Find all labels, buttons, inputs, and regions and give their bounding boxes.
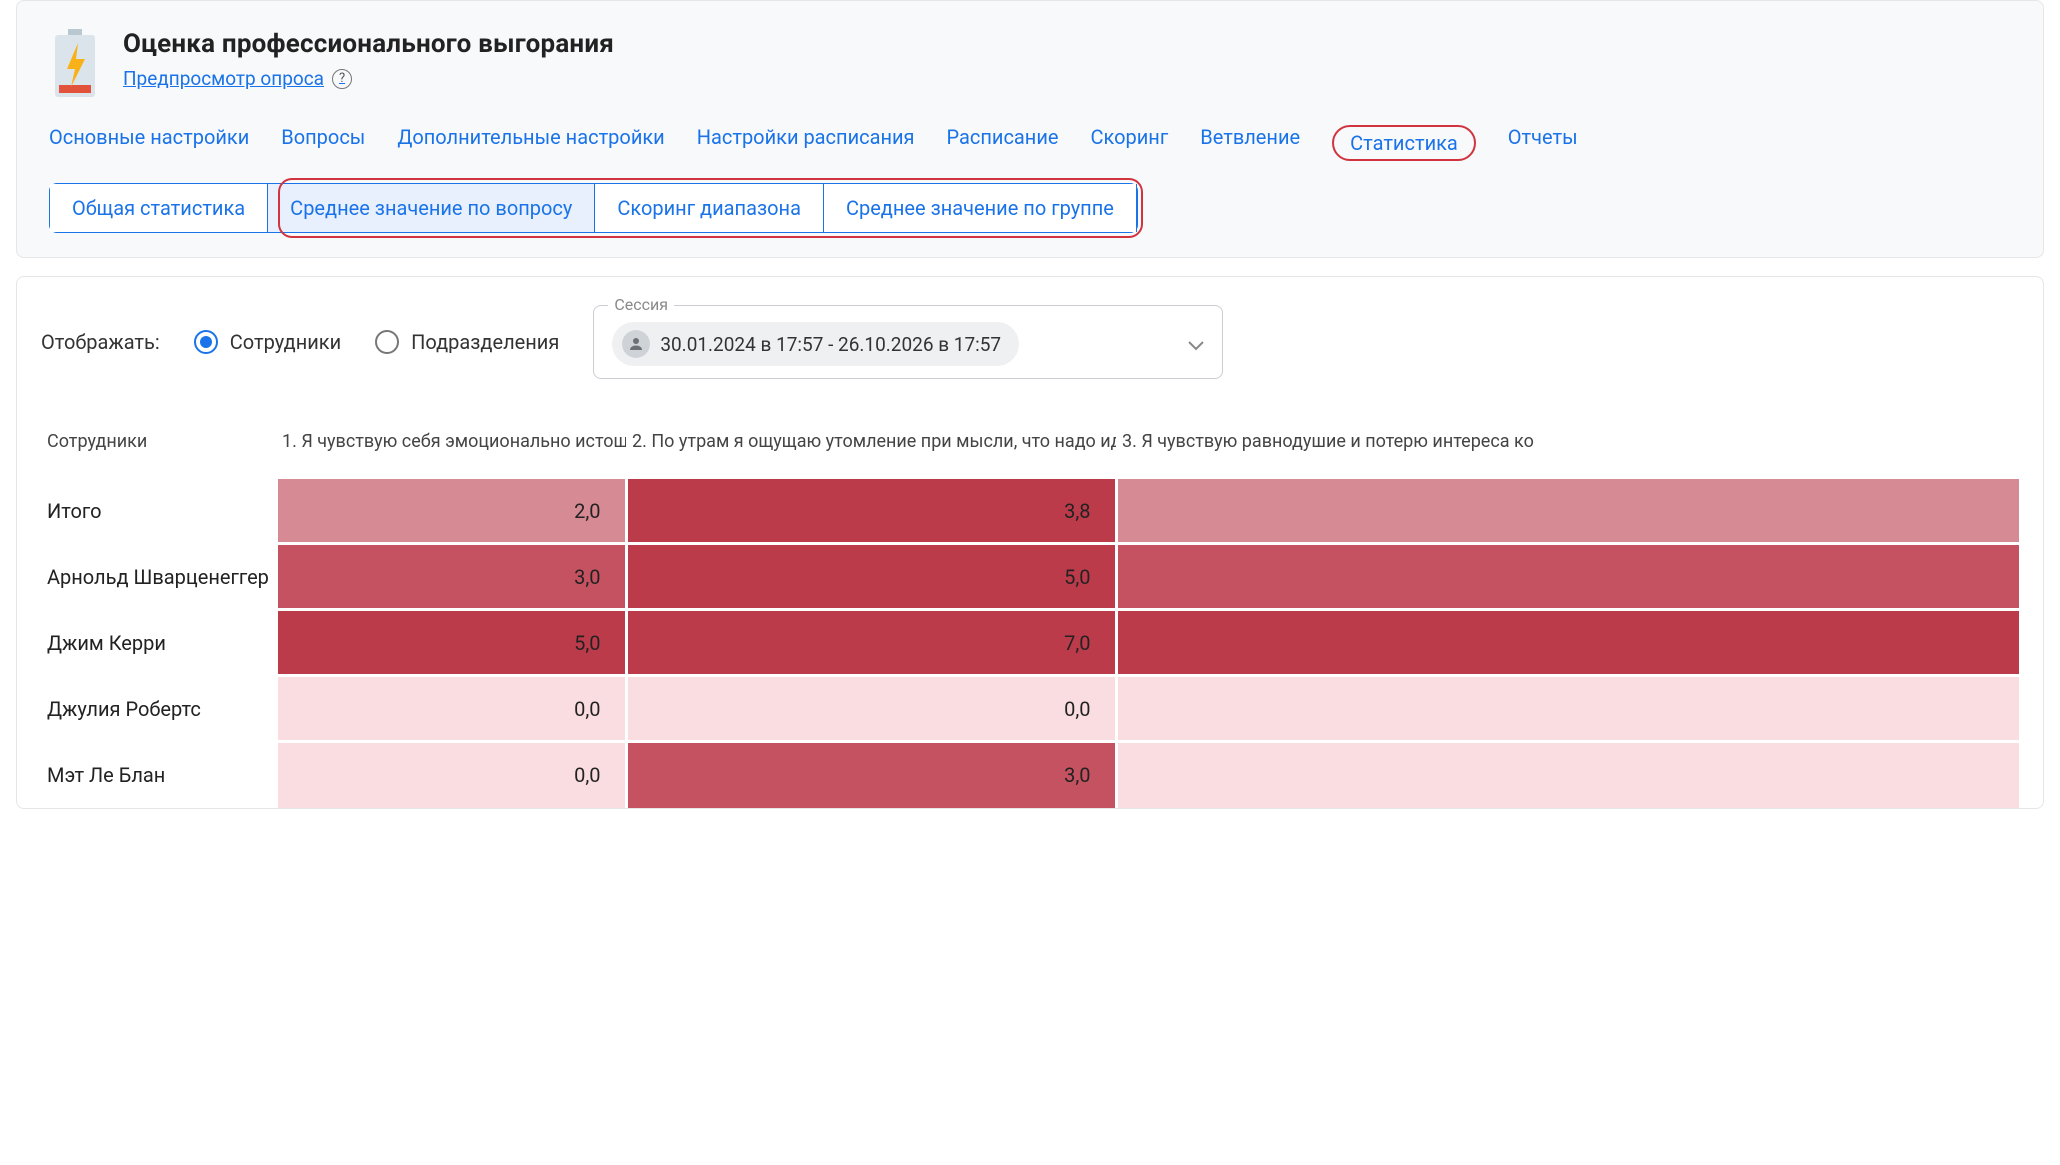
help-icon[interactable]: ? [332, 69, 352, 89]
col-employees: Сотрудники [41, 423, 276, 478]
page-title: Оценка профессионального выгорания [123, 29, 614, 59]
row-name: Мэт Ле Блан [41, 742, 276, 808]
survey-header-card: Оценка профессионального выгорания Предп… [16, 0, 2044, 258]
preview-survey-link[interactable]: Предпросмотр опроса ? [123, 67, 352, 90]
tab-schedule[interactable]: Расписание [947, 125, 1059, 161]
table-row: Джим Керри5,07,0 [41, 610, 2019, 676]
table-row: Мэт Ле Блан0,03,0 [41, 742, 2019, 808]
col-q2: 2. По утрам я ощущаю утомление при мысли… [626, 423, 1116, 478]
stats-content-card: Отображать: Сотрудники Подразделения Сес… [16, 276, 2044, 809]
cell-q1: 5,0 [276, 610, 626, 676]
cell-q3 [1116, 610, 2019, 676]
display-radio-group: Сотрудники Подразделения [194, 330, 560, 354]
radio-departments[interactable]: Подразделения [375, 330, 559, 354]
row-name: Джулия Робертс [41, 676, 276, 742]
tab-branching[interactable]: Ветвление [1200, 125, 1300, 161]
cell-q2: 0,0 [626, 676, 1116, 742]
cell-q3 [1116, 676, 2019, 742]
cell-q3 [1116, 544, 2019, 610]
tab-main-settings[interactable]: Основные настройки [49, 125, 249, 161]
session-select[interactable]: Сессия 30.01.2024 в 17:57 - 26.10.2026 в… [593, 305, 1223, 379]
cell-q3 [1116, 478, 2019, 544]
tab-schedule-settings[interactable]: Настройки расписания [697, 125, 915, 161]
cell-q3 [1116, 742, 2019, 808]
main-tabs: Основные настройки Вопросы Дополнительны… [49, 125, 2011, 161]
cell-q2: 7,0 [626, 610, 1116, 676]
cell-q2: 3,8 [626, 478, 1116, 544]
tab-additional-settings[interactable]: Дополнительные настройки [397, 125, 664, 161]
row-name: Джим Керри [41, 610, 276, 676]
chevron-down-icon [1188, 333, 1204, 356]
tab-reports[interactable]: Отчеты [1508, 125, 1578, 161]
cell-q1: 3,0 [276, 544, 626, 610]
cell-q2: 5,0 [626, 544, 1116, 610]
cell-q1: 0,0 [276, 742, 626, 808]
statistics-subtabs: Общая статистика Среднее значение по воп… [49, 183, 1138, 233]
cell-q1: 0,0 [276, 676, 626, 742]
row-name: Арнольд Шварценеггер [41, 544, 276, 610]
table-row: Итого2,03,8 [41, 478, 2019, 544]
radio-employees[interactable]: Сотрудники [194, 330, 341, 354]
row-name: Итого [41, 478, 276, 544]
heatmap-table: Сотрудники 1. Я чувствую себя эмоциональ… [41, 423, 2019, 808]
person-icon [622, 330, 650, 358]
subtab-avg-by-question[interactable]: Среднее значение по вопросу [268, 184, 595, 232]
subtab-scoring-range[interactable]: Скоринг диапазона [595, 184, 824, 232]
table-row: Джулия Робертс0,00,0 [41, 676, 2019, 742]
cell-q2: 3,0 [626, 742, 1116, 808]
table-row: Арнольд Шварценеггер3,05,0 [41, 544, 2019, 610]
col-q3: 3. Я чувствую равнодушие и потерю интере… [1116, 423, 2019, 478]
session-chip[interactable]: 30.01.2024 в 17:57 - 26.10.2026 в 17:57 [612, 322, 1019, 366]
tab-questions[interactable]: Вопросы [281, 125, 365, 161]
display-label: Отображать: [41, 330, 160, 354]
subtab-general-stats[interactable]: Общая статистика [50, 184, 268, 232]
tab-scoring[interactable]: Скоринг [1091, 125, 1169, 161]
session-legend: Сессия [608, 295, 674, 314]
subtab-avg-by-group[interactable]: Среднее значение по группе [824, 184, 1137, 232]
tab-statistics[interactable]: Статистика [1332, 125, 1476, 161]
cell-q1: 2,0 [276, 478, 626, 544]
battery-lightning-icon [49, 29, 101, 103]
col-q1: 1. Я чувствую себя эмоционально истощенн… [276, 423, 626, 478]
